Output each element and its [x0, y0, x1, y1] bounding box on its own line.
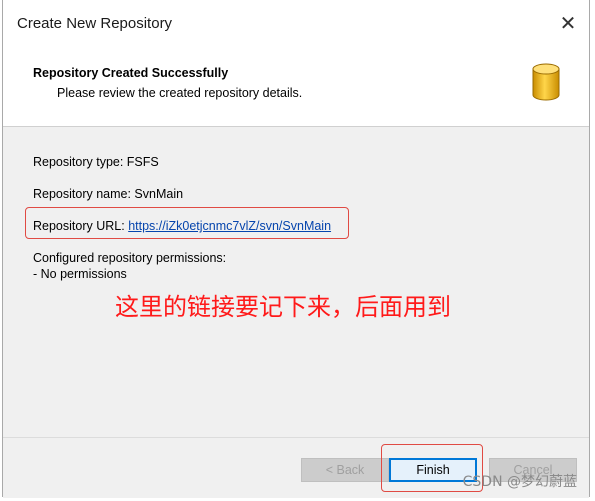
- repository-url-row: Repository URL: https://iZk0etjcnmc7vlZ/…: [33, 219, 331, 233]
- database-icon: [532, 63, 560, 101]
- window-title: Create New Repository: [17, 15, 173, 32]
- repository-name: Repository name: SvnMain: [33, 187, 184, 201]
- wizard-header: Repository Created Successfully Please r…: [3, 48, 589, 127]
- repository-url-link[interactable]: https://iZk0etjcnmc7vlZ/svn/SvnMain: [128, 219, 331, 233]
- dialog-window: Create New Repository ✕ Repository Creat…: [2, 0, 590, 498]
- header-title: Repository Created Successfully: [33, 66, 229, 80]
- repository-type: Repository type: FSFS: [33, 155, 159, 169]
- permissions-value: - No permissions: [33, 267, 127, 281]
- close-button[interactable]: ✕: [551, 6, 585, 40]
- back-button[interactable]: < Back: [301, 458, 389, 482]
- annotation-note: 这里的链接要记下来，后面用到: [115, 293, 451, 321]
- repository-url-label: Repository URL:: [33, 219, 129, 233]
- header-subtitle: Please review the created repository det…: [57, 86, 303, 100]
- close-icon: ✕: [559, 12, 577, 35]
- watermark: CSDN @梦幻蔚蓝: [462, 474, 577, 490]
- permissions-label: Configured repository permissions:: [33, 251, 227, 265]
- details-panel: Repository type: FSFS Repository name: S…: [3, 127, 589, 437]
- title-bar: Create New Repository ✕: [3, 0, 589, 48]
